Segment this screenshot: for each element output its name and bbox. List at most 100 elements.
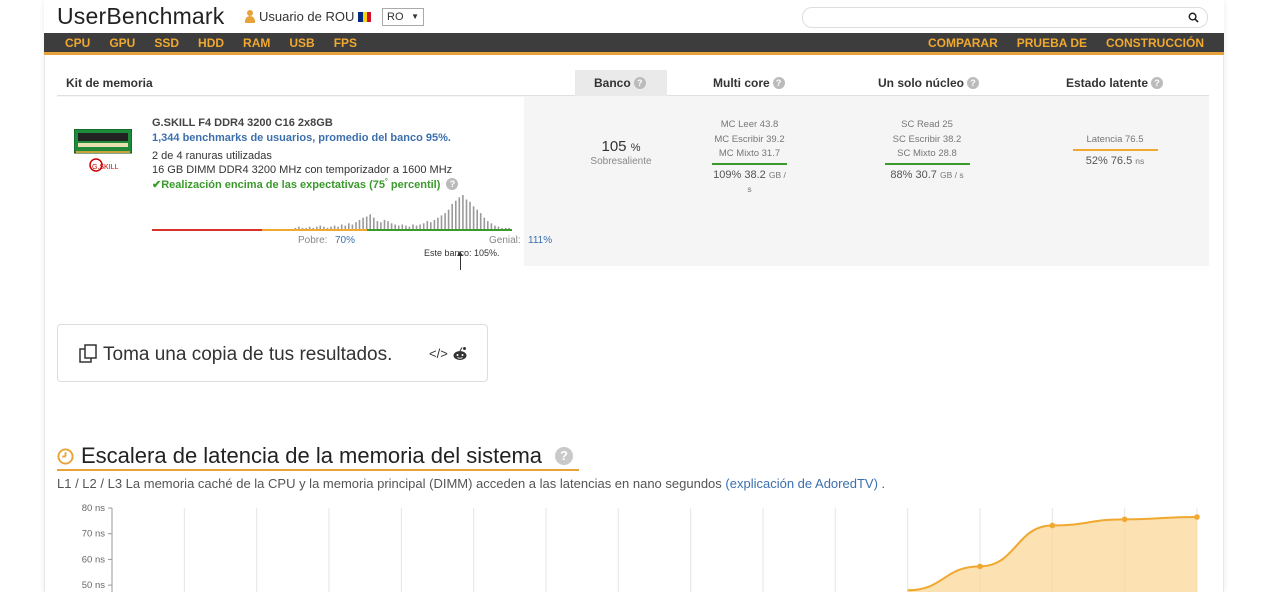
nav-link-construcci-n[interactable]: CONSTRUCCIÓN <box>1106 36 1204 50</box>
sc-write: SC Escribir 38.2 <box>892 133 962 145</box>
page: UserBenchmark Usuario de ROU RO ▼ CPU GPU… <box>0 0 1280 592</box>
header-latent[interactable]: Estado latente? <box>1066 76 1164 90</box>
search-icon[interactable] <box>1188 12 1199 23</box>
histogram-bar <box>497 226 500 229</box>
header-multi-label: Multi core <box>713 76 770 90</box>
nav-link-prueba-de[interactable]: PRUEBA DE <box>1017 36 1087 50</box>
histogram-bar <box>469 201 471 229</box>
top-header: UserBenchmark Usuario de ROU RO ▼ <box>44 0 1224 34</box>
latency-point <box>1194 514 1200 520</box>
histogram-bar <box>294 227 297 229</box>
help-icon[interactable]: ? <box>555 447 574 465</box>
header-multi[interactable]: Multi core? <box>713 76 785 90</box>
histogram-bar <box>394 224 396 229</box>
header-single[interactable]: Un solo núcleo? <box>878 76 980 90</box>
copy-results-box[interactable]: Toma una copia de tus resultados. </> <box>57 324 488 382</box>
histogram-bar <box>451 204 453 229</box>
user-icon <box>244 9 256 24</box>
description-end: . <box>877 476 886 491</box>
site-logo[interactable]: UserBenchmark <box>57 3 225 30</box>
histogram-bar <box>408 226 411 229</box>
reddit-icon[interactable] <box>452 346 468 361</box>
histogram-bar <box>490 223 493 229</box>
help-icon[interactable]: ? <box>1151 77 1164 89</box>
table-header: Kit de memoria Banco? Multi core? Un sol… <box>57 70 1209 96</box>
bank-position-arrow-icon <box>457 251 463 270</box>
caret-down-icon: ▼ <box>411 12 419 21</box>
copy-icon[interactable] <box>78 344 98 364</box>
nav-item-cpu[interactable]: CPU <box>65 36 90 50</box>
nav-item-ram[interactable]: RAM <box>243 36 270 50</box>
latency-ladder-chart: 80 ns 70 ns 60 ns 50 ns <box>82 503 1200 592</box>
histogram-bar <box>337 226 339 229</box>
histogram-bar <box>504 227 507 229</box>
nav-item-gpu[interactable]: GPU <box>109 36 135 50</box>
romania-flag-icon <box>358 11 372 22</box>
histogram-bar <box>358 219 361 229</box>
help-icon[interactable]: ? <box>967 77 980 89</box>
histogram-bar <box>298 226 300 229</box>
histogram-bar <box>415 225 418 229</box>
country-select[interactable]: RO ▼ <box>382 8 424 26</box>
nav-item-fps[interactable]: FPS <box>334 36 357 50</box>
histogram-bar <box>305 227 307 229</box>
histogram-bar <box>326 227 329 229</box>
nav-item-ssd[interactable]: SSD <box>154 36 179 50</box>
mc-read: MC Leer 43.8 <box>720 119 779 130</box>
nav-link-comparar[interactable]: COMPARAR <box>928 36 998 50</box>
histogram-bar <box>422 223 425 229</box>
slots-used: 2 de 4 ranuras utilizadas <box>152 150 272 162</box>
histogram-bar <box>430 222 432 229</box>
poor-value: 70% <box>335 235 356 246</box>
histogram-bar <box>333 225 336 229</box>
header-kit[interactable]: Kit de memoria <box>66 76 153 90</box>
histogram-bar <box>405 225 407 229</box>
histogram-bar <box>319 225 322 229</box>
great-label: Genial: <box>489 235 521 246</box>
histogram-bar <box>397 225 400 229</box>
performance-histogram <box>152 195 512 231</box>
header-bank[interactable]: Banco? <box>594 76 646 90</box>
latency-result: 52% 76.5 ns <box>1085 154 1145 167</box>
single-core-metric: SC Read 25 SC Escribir 38.2 SC Mixto 28.… <box>883 118 971 182</box>
histogram-bar <box>316 226 318 229</box>
memory-spec: 16 GB DIMM DDR4 3200 MHz con temporizado… <box>152 164 453 176</box>
nav-item-usb[interactable]: USB <box>289 36 314 50</box>
ram-module-image[interactable]: G.SKILL <box>74 129 132 175</box>
search-input[interactable] <box>802 7 1208 28</box>
section-title-text: Escalera de latencia de la memoria del s… <box>81 443 543 468</box>
product-name[interactable]: G.SKILL F4 DDR4 3200 C16 2x8GB <box>152 117 333 129</box>
histogram-bar <box>447 209 450 229</box>
copy-results-text[interactable]: Toma una copia de tus resultados. <box>103 344 392 366</box>
histogram-bar <box>508 227 510 229</box>
histogram-bar <box>479 213 482 229</box>
multi-core-bar <box>712 162 787 165</box>
benchmark-count-link[interactable]: 1,344 benchmarks de usuarios, promedio d… <box>152 132 451 144</box>
histogram-bar <box>348 223 350 229</box>
histogram-bar <box>476 209 478 229</box>
bank-score: 105 % Sobresaliente <box>575 138 667 167</box>
help-icon[interactable]: ? <box>772 77 785 89</box>
adoredtv-link[interactable]: (explicación de AdoredTV) <box>725 476 877 491</box>
user-menu[interactable]: Usuario de ROU <box>244 9 372 24</box>
histogram-bar <box>419 224 421 229</box>
embed-code-icon[interactable]: </> <box>429 346 448 361</box>
histogram-bar <box>444 213 446 229</box>
histogram-bar <box>387 221 389 229</box>
multi-core-result: 109% 38.2 GB / s <box>713 168 786 195</box>
user-label: Usuario de ROU <box>259 9 355 24</box>
nav-item-hdd[interactable]: HDD <box>198 36 224 50</box>
mc-mixed: MC Mixto 31.7 <box>718 148 781 159</box>
histogram-bar <box>501 227 503 229</box>
histogram-bar <box>344 225 347 229</box>
help-icon[interactable]: ? <box>633 77 646 89</box>
histogram-bar <box>365 216 368 229</box>
histogram-bar <box>494 225 496 229</box>
histogram-bar <box>312 227 314 229</box>
gskill-logo: G.SKILL <box>92 164 119 171</box>
y-tick-label: 60 ns <box>82 554 105 565</box>
y-tick-label: 70 ns <box>82 529 105 540</box>
histogram-bar <box>465 199 468 229</box>
histogram-bar <box>401 224 404 229</box>
sc-mixed: SC Mixto 28.8 <box>897 148 957 159</box>
